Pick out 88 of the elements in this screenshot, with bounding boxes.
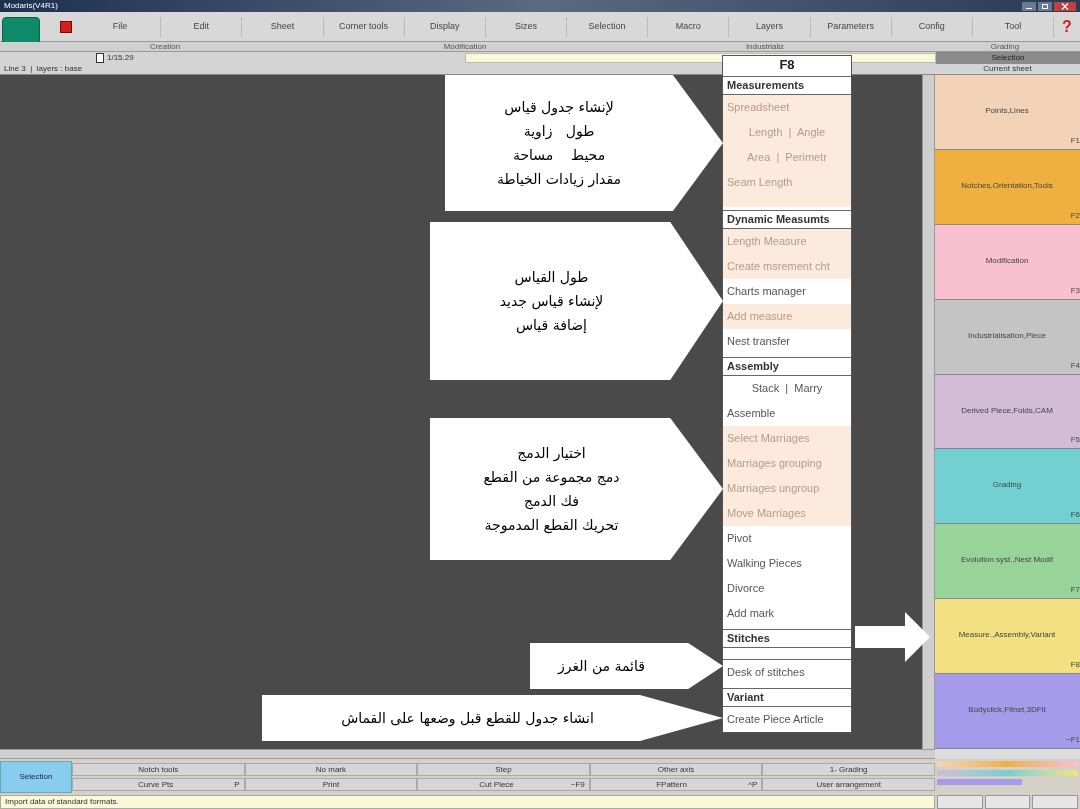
tool-group-button[interactable]: Industrialisation,Piece F4 <box>935 299 1080 375</box>
tool-group-button[interactable]: Grading F6 <box>935 449 1080 525</box>
tool-selector[interactable]: 1- Grading <box>762 763 935 776</box>
group-label: Notches,Orientation,Tools <box>960 179 1054 192</box>
tool-selector[interactable]: No mark <box>244 763 418 776</box>
tool-group-button[interactable]: Measure.,Assembly,Variant F8 <box>935 599 1080 675</box>
callout-text: محيط مساحة <box>512 146 606 165</box>
horizontal-scrollbar[interactable] <box>0 749 935 759</box>
tool-group-button[interactable]: Points,Lines F1 <box>935 75 1080 150</box>
menu-button[interactable]: Parameters <box>810 16 892 37</box>
section-label: Grading <box>989 42 1021 51</box>
callout-text: لإنشاء جدول قياس <box>504 98 614 118</box>
tool-group-button[interactable]: Derived Piece,Folds,CAM F5 <box>935 374 1080 450</box>
file-icon <box>96 53 104 63</box>
menu-title: F8 <box>778 56 796 73</box>
window-title: Modaris(V4R1) <box>4 1 58 11</box>
current-sheet-label: Current sheet <box>982 64 1033 74</box>
tool-group-button[interactable]: Bodyclick,Fitnet,3DFit ~F1 <box>935 674 1080 749</box>
callout-text: انشاء جدول للقطع قبل وضعها على القماش <box>341 709 594 729</box>
tool-selector[interactable]: FPattern ^P <box>589 778 763 791</box>
tool-group-button[interactable]: Modification F3 <box>935 224 1080 300</box>
callout-text: طول القياس <box>514 268 589 288</box>
tool-selector[interactable]: User arrangement <box>762 778 935 791</box>
minimize-icon[interactable] <box>1022 1 1036 11</box>
callout-text: لإنشاء قياس جديد <box>499 292 604 312</box>
menu-button[interactable]: File <box>80 16 162 37</box>
menu-header: Assembly <box>723 357 851 376</box>
close-icon[interactable] <box>1054 1 1076 11</box>
maximize-icon[interactable] <box>1038 1 1052 11</box>
shortcut-key: F3 <box>1070 284 1080 297</box>
callout-text: دمج مجموعة من القطع <box>483 468 620 488</box>
mode-button[interactable]: Selection <box>0 761 72 793</box>
tool-group-button[interactable]: Evolution syst.,Nest Modif F7 <box>935 524 1080 600</box>
shortcut-key: F8 <box>1070 659 1080 672</box>
callout-text: طول زاوية <box>523 122 595 142</box>
tool-selector[interactable]: Cut Piece ~F9 <box>417 778 590 791</box>
menu-button[interactable]: Selection <box>567 16 649 37</box>
group-label: Evolution syst.,Nest Modif <box>959 554 1054 567</box>
tool-selector[interactable]: Step <box>417 763 590 776</box>
tool-selector[interactable]: Print <box>244 778 418 791</box>
callout-text: إضافة قياس <box>516 316 587 336</box>
shortcut-key: F4 <box>1070 359 1080 372</box>
group-label: Points,Lines <box>984 105 1030 117</box>
menu-header: Measurements <box>723 76 851 95</box>
menu-button[interactable]: Edit <box>161 16 243 37</box>
menu-header: Stitches <box>723 629 851 648</box>
callout-text: قائمة من الغرز <box>558 657 645 677</box>
group-label: Bodyclick,Fitnet,3DFit <box>967 704 1047 717</box>
callout-text: مقدار زيادات الخياطة <box>497 170 622 190</box>
group-label: Industrialisation,Piece <box>967 329 1047 342</box>
section-label: Modification <box>442 42 488 51</box>
menu-header: Variant <box>723 688 851 707</box>
vertical-scrollbar[interactable] <box>922 75 935 749</box>
tool-selector[interactable]: Curve Pts P <box>72 778 245 791</box>
tool-selector[interactable]: Other axis <box>589 763 763 776</box>
menu-button[interactable]: Sheet <box>242 16 324 37</box>
section-label: Industrializ <box>744 42 786 51</box>
menu-button[interactable]: Macro <box>648 16 730 37</box>
layer-info: Line 3 | layers : base <box>4 64 83 74</box>
file-label: 1/15.29 <box>106 53 135 63</box>
status-message: Import data of standard formats. <box>0 795 935 809</box>
menu-button[interactable]: Display <box>404 16 486 37</box>
menu-button[interactable]: Corner tools <box>323 16 405 37</box>
menu-header: Dynamic Measumts <box>723 210 851 229</box>
tool-selector[interactable]: Notch tools <box>72 763 245 776</box>
callout-text: تحريك القطع المدموجة <box>484 516 619 536</box>
section-label: Creation <box>148 42 182 51</box>
shortcut-key: F2 <box>1070 209 1080 222</box>
menu-button[interactable]: Sizes <box>485 16 568 37</box>
shortcut-key: F5 <box>1070 434 1080 447</box>
group-label: Grading <box>991 479 1023 492</box>
menu-button[interactable]: Config <box>891 16 973 37</box>
shortcut-key: ~F1 <box>1066 734 1080 746</box>
shortcut-key: F7 <box>1070 584 1080 597</box>
pointer-arrow-icon <box>855 612 930 662</box>
menu-button[interactable]: Tool <box>972 16 1055 37</box>
help-icon[interactable]: ? <box>1054 14 1080 39</box>
callout-text: فك الدمج <box>524 492 579 512</box>
group-label: Modification <box>984 254 1030 267</box>
shortcut-key: F1 <box>1070 134 1080 147</box>
menu-button[interactable]: Layers <box>729 16 811 37</box>
home-button[interactable] <box>2 16 40 45</box>
tool-group-button[interactable]: Notches,Orientation,Tools F2 <box>935 149 1080 225</box>
callout-text: اختيار الدمج <box>517 444 586 464</box>
selection-tab[interactable]: Selection <box>935 52 1080 64</box>
group-label: Derived Piece,Folds,CAM <box>960 404 1054 417</box>
shortcut-key: F6 <box>1070 509 1080 522</box>
group-label: Measure.,Assembly,Variant <box>957 629 1057 642</box>
